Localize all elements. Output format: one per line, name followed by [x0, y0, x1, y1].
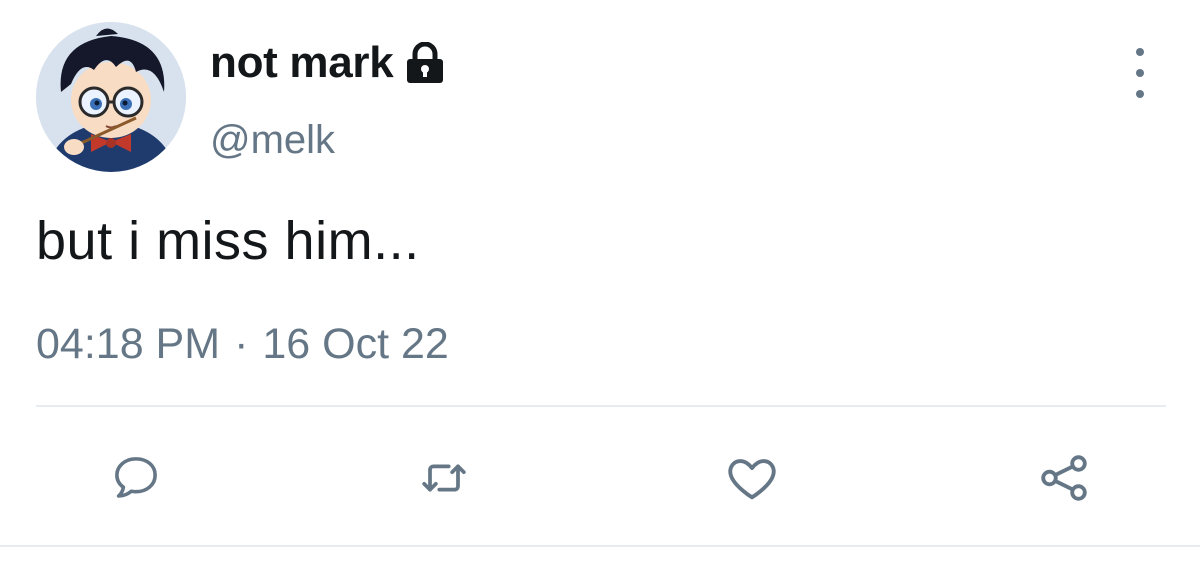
vertical-ellipsis-icon-dot: [1136, 69, 1144, 77]
heart-icon: [728, 459, 776, 500]
timestamp[interactable]: 04:18 PM · 16 Oct 22: [36, 320, 449, 369]
tweet-text: but i miss him...: [36, 211, 420, 271]
avatar[interactable]: [36, 22, 186, 172]
timestamp-separator: ·: [234, 320, 249, 368]
retweet-button[interactable]: [414, 448, 474, 508]
tweet-card: not mark @melk but i miss him... 04:18 P…: [0, 0, 1200, 565]
lock-icon: [405, 42, 445, 84]
vertical-ellipsis-icon-dot: [1136, 48, 1144, 56]
user-handle[interactable]: @melk: [210, 118, 335, 163]
like-button[interactable]: [722, 448, 782, 508]
bottom-divider: [0, 545, 1200, 547]
display-name[interactable]: not mark: [210, 38, 394, 88]
reply-button[interactable]: [106, 448, 166, 508]
retweet-arrows-icon: [422, 464, 466, 492]
tweet-date: 16 Oct 22: [262, 320, 449, 368]
tweet-time: 04:18 PM: [36, 320, 221, 368]
speech-bubble-icon: [115, 457, 157, 498]
display-name-row: not mark: [210, 38, 445, 88]
more-options-button[interactable]: [1128, 48, 1152, 98]
share-nodes-icon: [1041, 455, 1087, 501]
vertical-ellipsis-icon-dot: [1136, 90, 1144, 98]
divider: [36, 405, 1166, 407]
share-button[interactable]: [1034, 448, 1094, 508]
anime-avatar-image: [36, 22, 186, 172]
